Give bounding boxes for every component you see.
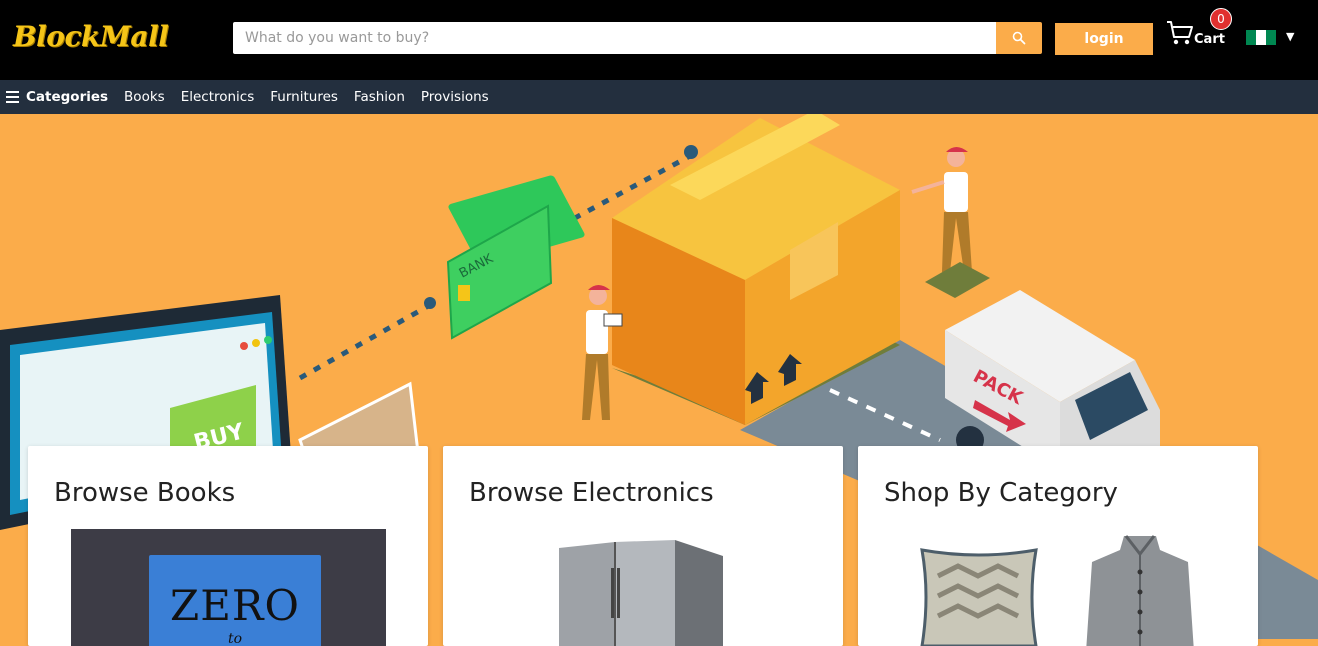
browse-books-card[interactable]: Browse Books ZERO to (28, 446, 428, 646)
shop-by-category-card[interactable]: Shop By Category (858, 446, 1258, 646)
delivery-truck-icon: PACK (945, 290, 1160, 470)
cart-icon (1167, 21, 1193, 45)
search-button[interactable] (996, 22, 1042, 54)
top-header: BlockMall login Cart 0 ▼ (0, 0, 1318, 80)
nigeria-flag-icon[interactable] (1246, 30, 1276, 45)
nav-item-fashion[interactable]: Fashion (354, 89, 405, 105)
site-logo[interactable]: BlockMall (13, 20, 169, 53)
cart-label: Cart (1194, 32, 1225, 47)
cart-count-badge: 0 (1210, 8, 1232, 30)
login-button[interactable]: login (1055, 23, 1153, 55)
book-title-text: ZERO (170, 581, 300, 630)
path-dot-1 (424, 297, 436, 309)
delivery-person-2 (911, 147, 990, 298)
book-cover: ZERO to (149, 555, 321, 646)
nav-item-furnitures[interactable]: Furnitures (270, 89, 338, 105)
dotted-path-1 (298, 302, 432, 381)
hamburger-menu-icon[interactable] (6, 91, 19, 103)
caret-down-icon[interactable]: ▼ (1286, 30, 1294, 43)
cart-button[interactable]: Cart 0 (1166, 8, 1232, 54)
browse-electronics-card[interactable]: Browse Electronics (443, 446, 843, 646)
nav-item-electronics[interactable]: Electronics (181, 89, 255, 105)
search-icon (1012, 31, 1026, 45)
nav-item-provisions[interactable]: Provisions (421, 89, 489, 105)
refrigerator-image[interactable] (555, 538, 725, 646)
path-dot-2 (684, 145, 698, 159)
category-nav: Categories Books Electronics Furnitures … (0, 80, 1318, 114)
pillow-image[interactable] (918, 546, 1040, 646)
shirt-image[interactable] (1084, 532, 1196, 646)
card-title-electronics: Browse Electronics (469, 478, 714, 508)
search-input[interactable] (233, 22, 996, 54)
books-image[interactable]: ZERO to (71, 529, 386, 646)
card-title-books: Browse Books (54, 478, 236, 508)
nav-item-books[interactable]: Books (124, 89, 165, 105)
card-chip (458, 285, 470, 301)
card-title-category: Shop By Category (884, 478, 1118, 508)
nav-categories[interactable]: Categories (26, 89, 108, 105)
